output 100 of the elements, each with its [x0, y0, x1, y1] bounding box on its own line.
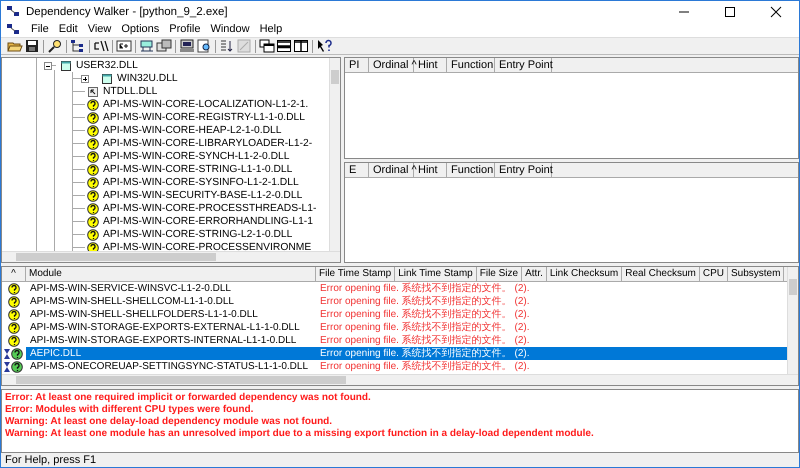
system-module-icon — [87, 86, 99, 98]
module-name[interactable]: API-MS-WIN-CORE-HEAP-L2-1-0.DLL — [103, 125, 282, 136]
module-row[interactable]: AEPIC.DLL Error opening file. 系统找不到指定的文件。 (2). — [2, 347, 787, 360]
app-icon — [7, 6, 20, 17]
question-mark-icon — [87, 228, 99, 240]
column-header[interactable]: ^ — [2, 267, 26, 281]
tile-horizontal-icon[interactable] — [276, 39, 292, 53]
column-header[interactable]: CPU — [700, 267, 728, 281]
column-header[interactable]: Function — [447, 162, 495, 176]
module-row[interactable]: API-MS-ONECOREUAP-SETTINGSYNC-STATUS-L1-1-0.DLL Error opening file. 系统找不到指定的文件。 (2). — [2, 360, 787, 373]
hierarchy-icon[interactable] — [70, 39, 86, 53]
question-mark-icon — [87, 190, 99, 202]
module-name: AEPIC.DLL — [26, 347, 316, 360]
horizontal-scrollbar[interactable] — [2, 374, 798, 385]
error-message: Error opening file. 系统找不到指定的文件。 (2). — [319, 321, 530, 334]
magnifier-icon[interactable] — [47, 39, 63, 53]
module-name[interactable]: NTDLL.DLL — [103, 86, 158, 97]
module-row[interactable]: API-MS-WIN-SHELL-SHELLCOM-L1-1-0.DLL Error opening file. 系统找不到指定的文件。 (2). — [2, 295, 787, 308]
list-down-icon[interactable] — [219, 39, 235, 53]
menu-item[interactable]: File — [26, 23, 54, 35]
question-mark-icon — [8, 296, 20, 308]
module-row[interactable]: API-MS-WIN-SERVICE-WINSVC-L1-2-0.DLL Error opening file. 系统找不到指定的文件。 (2). — [2, 282, 787, 295]
error-message: Error opening file. 系统找不到指定的文件。 (2). — [319, 308, 530, 321]
module-name[interactable]: API-MS-WIN-CORE-PROCESSENVIRONME — [103, 242, 312, 251]
module-name: API-MS-WIN-SHELL-SHELLFOLDERS-L1-1-0.DLL — [29, 308, 259, 321]
module-row[interactable]: API-MS-WIN-STORAGE-EXPORTS-EXTERNAL-L1-1-0.DLL Error opening file. 系统找不到指定的文件。 (2). — [2, 321, 787, 334]
collapse-toggle[interactable] — [44, 62, 52, 70]
vertical-scrollbar[interactable] — [329, 58, 340, 251]
module-name: API-MS-WIN-STORAGE-EXPORTS-EXTERNAL-L1-1-0.DLL — [29, 321, 301, 334]
error-message: Error opening file. 系统找不到指定的文件。 (2). — [319, 360, 530, 373]
search-doc-icon[interactable] — [196, 39, 212, 53]
module-icon — [60, 60, 72, 72]
module-name[interactable]: API-MS-WIN-CORE-SYNCH-L1-2-0.DLL — [103, 151, 290, 162]
column-header[interactable]: Link Time Stamp — [395, 267, 477, 281]
network-icon[interactable] — [139, 39, 155, 53]
column-header[interactable]: PI — [345, 58, 369, 72]
menu-item[interactable]: Profile — [164, 23, 206, 35]
column-header[interactable]: Ordinal ^ — [369, 58, 414, 72]
expand-toggle[interactable] — [81, 74, 89, 82]
column-header[interactable]: Subsystem — [728, 267, 784, 281]
column-header[interactable]: Function — [447, 58, 495, 72]
module-name[interactable]: API-MS-WIN-CORE-STRING-L1-1-0.DLL — [103, 164, 292, 175]
vertical-scrollbar[interactable] — [787, 267, 798, 374]
module-name[interactable]: API-MS-WIN-SECURITY-BASE-L1-2-0.DLL — [103, 190, 302, 201]
module-name: API-MS-WIN-SERVICE-WINSVC-L1-2-0.DLL — [29, 282, 232, 295]
question-mark-icon — [87, 112, 99, 124]
module-name[interactable]: API-MS-WIN-CORE-PROCESSTHREADS-L1- — [103, 203, 316, 214]
module-name: API-MS-WIN-SHELL-SHELLCOM-L1-1-0.DLL — [29, 295, 235, 308]
module-name[interactable]: API-MS-WIN-CORE-SYSINFO-L1-2-1.DLL — [103, 177, 299, 188]
log-message: Warning: At least one delay-load dependency module was not found. — [5, 416, 334, 428]
module-name[interactable]: API-MS-WIN-CORE-ERRORHANDLING-L1-1 — [103, 216, 313, 227]
column-header[interactable]: Module — [26, 267, 316, 281]
question-mark-icon — [87, 202, 99, 214]
question-mark-icon — [87, 164, 99, 176]
module-name[interactable]: API-MS-WIN-CORE-REGISTRY-L1-1-0.DLL — [103, 112, 305, 123]
tile-vertical-icon[interactable] — [293, 39, 309, 53]
window-title: Dependency Walker - [python_9_2.exe] — [26, 6, 228, 18]
question-mark-icon — [87, 150, 99, 162]
module-name[interactable]: API-MS-WIN-CORE-STRING-L2-1-0.DLL — [103, 229, 292, 240]
column-header[interactable]: File Time Stamp — [316, 267, 396, 281]
log-message: Warning: At least one module has an unresolved import due to a missing export function in a delay-load dependent module. — [5, 428, 595, 440]
question-mark-icon — [87, 138, 99, 150]
column-header[interactable]: Entry Point — [495, 162, 552, 176]
column-header[interactable]: Entry Point — [495, 58, 552, 72]
question-mark-icon — [87, 216, 99, 228]
menu-item[interactable]: Help — [254, 23, 288, 35]
status-text: For Help, press F1 — [5, 454, 96, 466]
module-name[interactable]: API-MS-WIN-CORE-LOCALIZATION-L1-2-1. — [103, 99, 308, 110]
column-header[interactable]: Link Checksum — [546, 267, 622, 281]
module-name: API-MS-WIN-STORAGE-EXPORTS-INTERNAL-L1-1-0.DLL — [29, 334, 298, 347]
menu-item[interactable]: View — [82, 23, 116, 35]
module-name[interactable]: API-MS-WIN-CORE-LIBRARYLOADER-L1-2- — [103, 138, 312, 149]
column-header[interactable]: E — [345, 162, 369, 176]
question-mark-icon — [8, 308, 20, 320]
delay-load-missing-icon — [3, 348, 25, 360]
horizontal-scrollbar[interactable] — [2, 251, 340, 262]
module-name[interactable]: USER32.DLL — [76, 60, 138, 71]
monitor-icon[interactable] — [179, 39, 195, 53]
module-row[interactable]: API-MS-WIN-STORAGE-EXPORTS-INTERNAL-L1-1-0.DLL Error opening file. 系统找不到指定的文件。 (2). — [2, 334, 787, 347]
windows-icon[interactable] — [156, 39, 172, 53]
error-message: Error opening file. 系统找不到指定的文件。 (2). — [319, 295, 530, 308]
error-message: Error opening file. 系统找不到指定的文件。 (2). — [319, 334, 530, 347]
log-message: Error: Modules with different CPU types were found. — [5, 404, 254, 416]
module-row[interactable]: API-MS-WIN-SHELL-SHELLFOLDERS-L1-1-0.DLL Error opening file. 系统找不到指定的文件。 (2). — [2, 308, 787, 321]
cascade-icon[interactable] — [259, 39, 275, 53]
delay-load-missing-icon — [3, 360, 25, 372]
error-message: Error opening file. 系统找不到指定的文件。 (2). — [316, 347, 787, 360]
module-name: API-MS-ONECOREUAP-SETTINGSYNC-STATUS-L1-1-0.DLL — [29, 360, 310, 373]
document-icon[interactable] — [7, 24, 20, 34]
column-header[interactable]: Ordinal ^ — [369, 162, 414, 176]
module-name[interactable]: WIN32U.DLL — [117, 73, 178, 84]
module-icon — [101, 72, 113, 84]
menu-item[interactable]: Edit — [54, 23, 83, 35]
menu-item[interactable]: Options — [116, 23, 164, 35]
column-header[interactable]: File Size — [476, 267, 522, 281]
menu-item[interactable]: Window — [205, 23, 255, 35]
log-message: Error: At least one required implicit or forwarded dependency was not found. — [5, 392, 372, 404]
column-header[interactable]: Attr. — [522, 267, 547, 281]
column-header[interactable]: Real Checksum — [622, 267, 700, 281]
help-icon[interactable] — [316, 39, 332, 53]
